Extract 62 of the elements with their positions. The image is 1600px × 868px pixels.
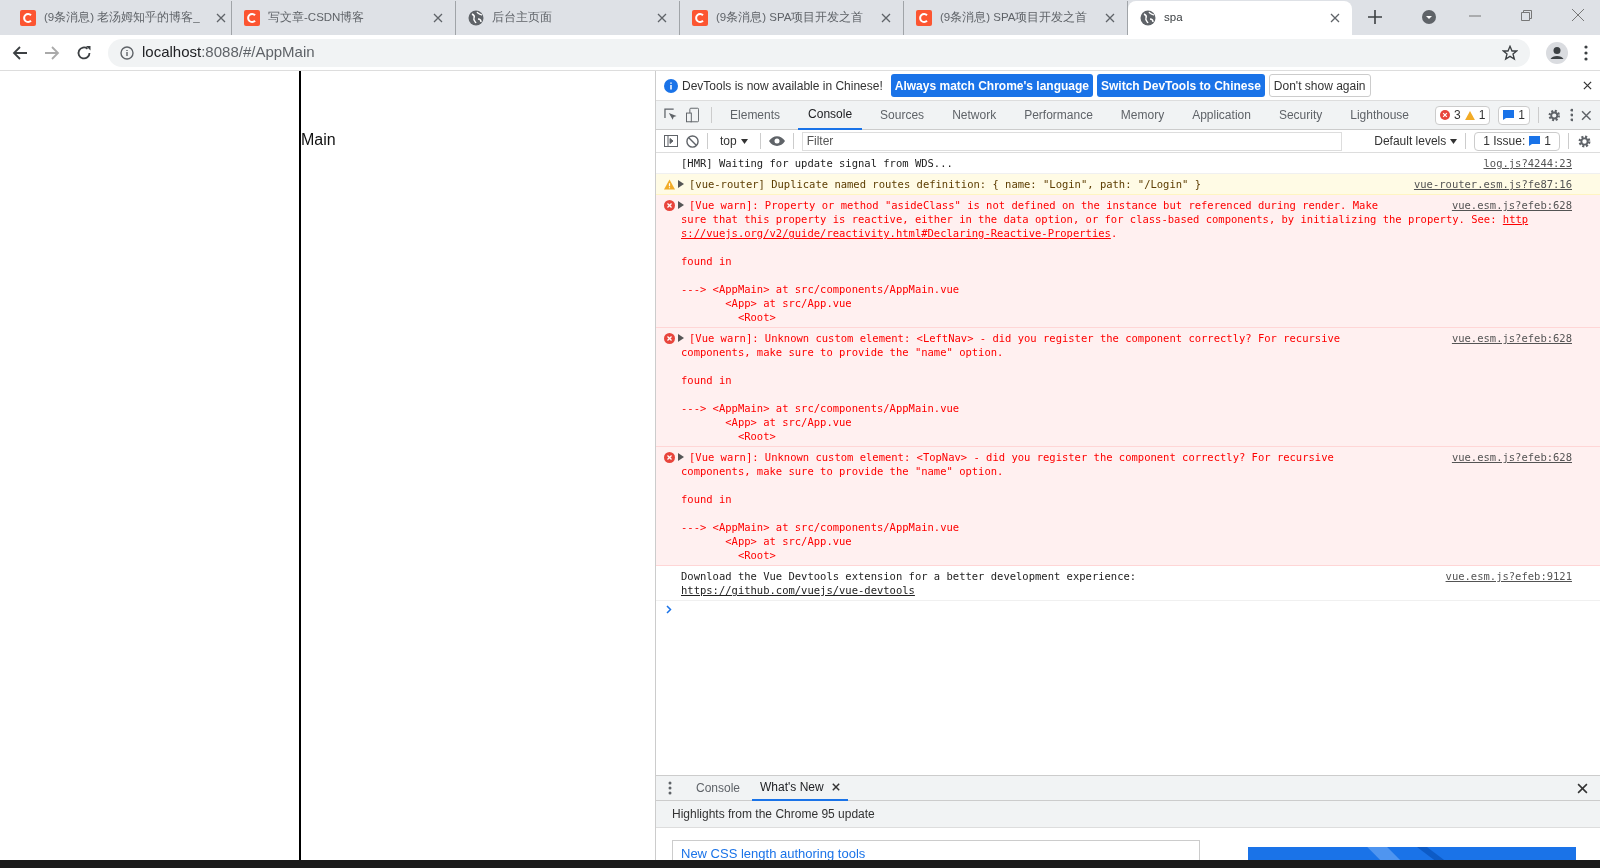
infobar-button[interactable]: Always match Chrome's language: [890, 74, 1094, 97]
highlights-title: Highlights from the Chrome 95 update: [672, 806, 875, 823]
infobar-button[interactable]: Don't show again: [1268, 74, 1371, 97]
tab-title: (9条消息) SPA项目开发之首: [716, 10, 864, 26]
message-text: found in: [681, 493, 732, 505]
source-link[interactable]: vue.esm.js?efeb:628: [1451, 331, 1572, 345]
message-text: [Vue warn]: Property or method "asideClass" is not defined on the instance but referenced during render. Make: [689, 199, 1379, 211]
tab-title: 写文章-CSDN博客: [268, 10, 365, 26]
tab-title: (9条消息) 老汤姆知乎的博客_: [44, 10, 200, 26]
tab-title: 后台主页面: [492, 10, 552, 26]
url-text: localhost:8088/#/AppMain: [142, 42, 315, 63]
message-text: [HMR] Waiting for update signal from WDS...: [681, 157, 953, 169]
source-link[interactable]: vue.esm.js?efeb:9121: [1445, 569, 1572, 583]
main-text: Main: [301, 131, 336, 148]
devtools-tab[interactable]: Security: [1268, 100, 1333, 130]
devtools-tab[interactable]: Application: [1182, 100, 1261, 130]
message-text: [vue-router] Duplicate named routes definition: { name: "Login", path: "/Login" }: [689, 178, 1202, 190]
message-text: Download the Vue Devtools extension for a better development experience:: [681, 570, 1137, 582]
address-field[interactable]: localhost:8088/#/AppMain: [108, 38, 1530, 67]
message-text: .: [1110, 227, 1118, 239]
infobar-message: DevTools is now available in Chinese!: [682, 77, 883, 95]
filter-field[interactable]: Filter: [801, 131, 1342, 151]
context-dropdown[interactable]: top: [716, 132, 752, 150]
issues-button[interactable]: 1 Issue: 1: [1474, 131, 1560, 151]
message-link[interactable]: s://vuejs.org/v2/guide/reactivity.html#Declaring-Reactive-Properties: [681, 227, 1111, 239]
message-text: <App> at src/App.vue: [724, 416, 852, 428]
tab-title: spa: [1164, 10, 1183, 26]
message-text: found in: [681, 255, 732, 267]
browser-tab[interactable]: spa: [1128, 1, 1352, 35]
message-text: components, make sure to provide the "name" option.: [681, 465, 1004, 477]
drawer-tab[interactable]: Console: [688, 775, 749, 801]
devtools-tab[interactable]: Lighthouse: [1340, 100, 1419, 130]
message-text: [Vue warn]: Unknown custom element: <TopNav> - did you register the component correctly? For recursive: [689, 451, 1334, 463]
message-text: <App> at src/App.vue: [724, 535, 852, 547]
message-link[interactable]: https://github.com/vuejs/vue-devtools: [681, 584, 915, 596]
message-text: ---> <AppMain> at src/components/AppMain.vue: [681, 521, 960, 533]
message-text: <Root>: [736, 311, 776, 323]
message-text: sure that this property is reactive, either in the data option, or for class-based components, by initializing the property. See:: [681, 213, 1498, 225]
devtools-tab[interactable]: Performance: [1014, 100, 1103, 130]
source-link[interactable]: log.js?4244:23: [1483, 156, 1572, 170]
message-text: <Root>: [736, 430, 776, 442]
message-text: <Root>: [736, 549, 776, 561]
message-text: components, make sure to provide the "name" option.: [681, 346, 1004, 358]
source-link[interactable]: vue-router.esm.js?fe87:16: [1413, 177, 1572, 191]
message-text: ---> <AppMain> at src/components/AppMain.vue: [681, 402, 960, 414]
source-link[interactable]: vue.esm.js?efeb:628: [1451, 198, 1572, 212]
devtools-tab[interactable]: Console: [798, 100, 863, 130]
devtools-tab[interactable]: Memory: [1110, 100, 1175, 130]
message-text: found in: [681, 374, 732, 386]
devtools-tab[interactable]: Network: [942, 100, 1007, 130]
levels-dropdown[interactable]: Default levels: [1374, 132, 1458, 150]
devtools-tab[interactable]: Elements: [720, 100, 791, 130]
error-warning-counter[interactable]: 3 1: [1435, 105, 1491, 125]
message-text: <App> at src/App.vue: [724, 297, 852, 309]
message-link[interactable]: http: [1502, 213, 1529, 225]
message-text: ---> <AppMain> at src/components/AppMain.vue: [681, 283, 960, 295]
infobar-button[interactable]: Switch DevTools to Chinese: [1097, 74, 1265, 97]
tab-title: (9条消息) SPA项目开发之首: [940, 10, 1088, 26]
devtools-tab[interactable]: Sources: [870, 100, 935, 130]
source-link[interactable]: vue.esm.js?efeb:628: [1451, 450, 1572, 464]
message-text: [Vue warn]: Unknown custom element: <LeftNav> - did you register the component correctly? For recursive: [689, 332, 1341, 344]
message-counter[interactable]: 1: [1498, 105, 1531, 125]
